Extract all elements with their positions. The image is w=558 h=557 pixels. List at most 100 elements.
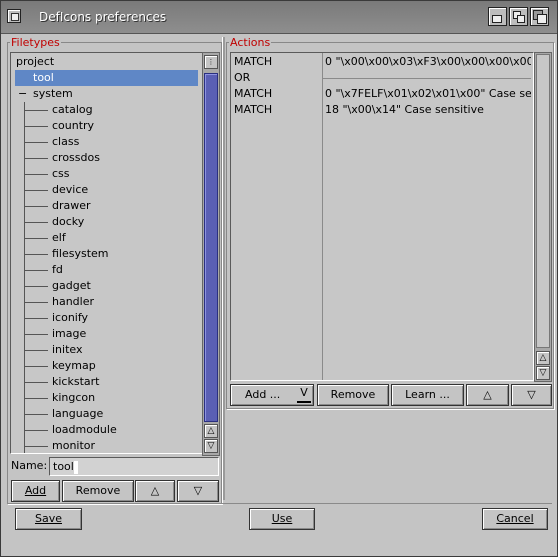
actions-scroll-knob[interactable] (536, 54, 550, 348)
close-icon[interactable] (7, 9, 21, 23)
tree-branch-line (24, 142, 48, 143)
cancel-button[interactable]: Cancel (482, 508, 548, 530)
tree-item[interactable]: project (11, 54, 202, 70)
tree-item[interactable]: filesystem (11, 246, 202, 262)
action-type[interactable]: MATCH (234, 54, 320, 70)
tree-item[interactable]: loadmodule (11, 422, 202, 438)
actions-scroll-up-icon[interactable]: △ (536, 351, 550, 365)
tree-item[interactable]: tool (11, 70, 202, 86)
actions-list[interactable]: MATCH 0 "\x00\x00\x03\xF3\x00\x00\x00\x00… (230, 52, 534, 381)
name-value: tool (53, 460, 74, 473)
tree-item[interactable]: gadget (11, 278, 202, 294)
tree-branch-line (24, 158, 48, 159)
tree-item[interactable]: initex (11, 342, 202, 358)
action-type[interactable]: MATCH (234, 86, 320, 102)
tree-item[interactable]: docky (11, 214, 202, 230)
tree-item-label: crossdos (52, 151, 100, 164)
add-action-button[interactable]: Add ... V (230, 384, 314, 406)
tree-branch-line (24, 206, 48, 207)
scroll-up-icon[interactable]: △ (204, 424, 218, 438)
name-field[interactable]: tool (49, 457, 219, 476)
tree-item[interactable]: css (11, 166, 202, 182)
move-up-filetype-button[interactable]: △ (135, 480, 175, 502)
tree-item-label: language (52, 407, 104, 420)
tree-item[interactable]: language (11, 406, 202, 422)
tree-item-label: country (52, 119, 95, 132)
tree-branch-line (24, 350, 48, 351)
tree-item[interactable]: image (11, 326, 202, 342)
tree-item-label: project (16, 55, 55, 68)
action-type[interactable]: OR (234, 70, 320, 86)
actions-group-label: Actions (229, 36, 272, 49)
depth-icon[interactable] (530, 7, 549, 26)
iconify-icon[interactable] (488, 7, 507, 26)
filetypes-group-label: Filetypes (10, 36, 61, 49)
tree-item[interactable]: kickstart (11, 374, 202, 390)
collapse-icon[interactable]: − (18, 86, 27, 102)
tree-item-label: device (52, 183, 89, 196)
tree-item[interactable]: elf (11, 230, 202, 246)
scroll-down-icon[interactable]: ▽ (204, 439, 218, 453)
add-action-label: Add ... (245, 388, 281, 401)
tree-item-label: class (52, 135, 80, 148)
action-type[interactable]: MATCH (234, 102, 320, 118)
tree-item[interactable]: kingcon (11, 390, 202, 406)
tree-item[interactable]: device (11, 182, 202, 198)
tree-item[interactable]: keymap (11, 358, 202, 374)
tree-item-label: initex (52, 343, 83, 356)
move-down-action-button[interactable]: ▽ (511, 384, 552, 406)
actions-scrollbar[interactable]: △ ▽ (534, 52, 552, 382)
add-filetype-button[interactable]: Add (11, 480, 60, 502)
tree-item[interactable]: drawer (11, 198, 202, 214)
tree-branch-line (24, 190, 48, 191)
filetypes-scrollbar[interactable]: ⋮ △ ▽ (202, 52, 220, 456)
tree-item-label: fd (52, 263, 63, 276)
tree-branch-line (24, 254, 48, 255)
tree-item[interactable]: catalog (11, 102, 202, 118)
name-label: Name: (11, 459, 48, 472)
actions-scroll-down-icon[interactable]: ▽ (536, 366, 550, 380)
tree-branch-line (24, 382, 48, 383)
tree-item[interactable]: monitor (11, 438, 202, 453)
remove-filetype-button[interactable]: Remove (62, 480, 134, 502)
tree-item-label: kingcon (52, 391, 96, 404)
tree-branch-line (24, 302, 48, 303)
tree-branch-line (24, 238, 48, 239)
use-button[interactable]: Use (249, 508, 315, 530)
panel-divider[interactable] (222, 37, 225, 500)
tree-branch-line (24, 334, 48, 335)
tree-branch-line (24, 430, 48, 431)
action-value[interactable]: 18 "\x00\x14" Case sensitive (325, 102, 531, 118)
remove-action-button[interactable]: Remove (317, 384, 389, 406)
tree-item[interactable]: fd (11, 262, 202, 278)
tree-branch-line (24, 398, 48, 399)
or-separator-line (323, 78, 531, 79)
zoom-icon[interactable] (509, 7, 528, 26)
action-value[interactable]: 0 "\x7FELF\x01\x02\x01\x00" Case sen (325, 86, 531, 102)
tree-item[interactable]: country (11, 118, 202, 134)
save-button[interactable]: Save (15, 508, 82, 530)
tree-item-label: iconify (52, 311, 89, 324)
tree-item[interactable]: − system (11, 86, 202, 102)
filetypes-tree[interactable]: project tool − system catalog country class cro… (10, 52, 203, 454)
tree-item-label: drawer (52, 199, 91, 212)
move-down-filetype-button[interactable]: ▽ (177, 480, 219, 502)
tree-item-label: monitor (52, 439, 96, 452)
tree-item[interactable]: handler (11, 294, 202, 310)
tree-item-label: keymap (52, 359, 96, 372)
move-up-action-button[interactable]: △ (466, 384, 509, 406)
tree-item[interactable]: class (11, 134, 202, 150)
scroll-grip-icon: ⋮ (204, 55, 218, 69)
action-value[interactable]: 0 "\x00\x00\x03\xF3\x00\x00\x00\x00 (325, 54, 531, 70)
tree-branch-line (24, 446, 48, 447)
tree-branch-line (24, 126, 48, 127)
add-action-popup-icon[interactable]: V (297, 385, 311, 403)
tree-item-label: system (33, 87, 73, 100)
learn-action-button[interactable]: Learn ... (391, 384, 464, 406)
tree-item-label: image (52, 327, 87, 340)
title-bar[interactable]: DefIcons preferences (1, 1, 557, 34)
actions-column-divider (322, 53, 323, 380)
tree-item[interactable]: iconify (11, 310, 202, 326)
tree-item[interactable]: crossdos (11, 150, 202, 166)
filetypes-scroll-knob[interactable] (204, 73, 218, 422)
